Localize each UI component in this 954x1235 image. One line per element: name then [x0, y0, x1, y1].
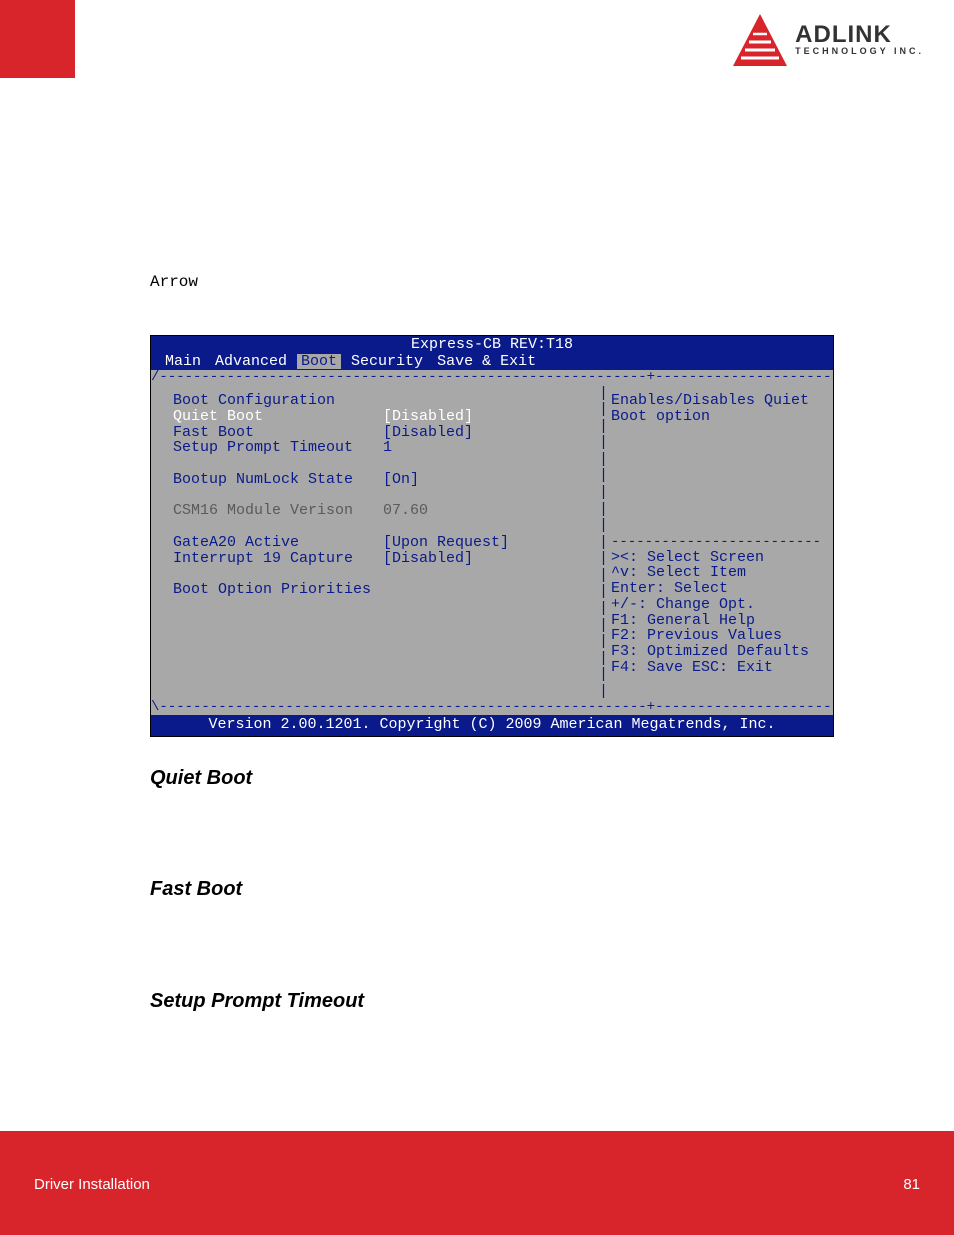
bios-blank: [173, 661, 597, 677]
bios-value: [Upon Request]: [383, 535, 597, 551]
bios-tab-security[interactable]: Security: [347, 354, 427, 370]
bios-row-priorities[interactable]: Boot Option Priorities: [173, 582, 597, 598]
bios-key-hint: ^v: Select Item: [611, 565, 821, 581]
bios-section-label: Boot Configuration: [173, 393, 383, 409]
bios-key-hint: F2: Previous Values: [611, 628, 821, 644]
bios-row-csm16: CSM16 Module Verison 07.60: [173, 503, 597, 519]
corner-accent: [0, 0, 75, 78]
bios-row-fast-boot[interactable]: Fast Boot [Disabled]: [173, 425, 597, 441]
subsection-setup-prompt-title: Setup Prompt Timeout: [150, 990, 834, 1013]
bios-label: GateA20 Active: [173, 535, 383, 551]
bios-value: [Disabled]: [383, 425, 597, 441]
bios-key-hint: ><: Select Screen: [611, 550, 821, 566]
bios-label: Bootup NumLock State: [173, 472, 383, 488]
bios-label: Setup Prompt Timeout: [173, 440, 383, 456]
brand-name: ADLINK: [795, 24, 924, 46]
bios-blank: [173, 566, 597, 582]
bios-key-hint: Enter: Select: [611, 581, 821, 597]
intro-paragraph: Select the Boot tab from the setup scree…: [150, 200, 834, 317]
bios-value: [Disabled]: [383, 551, 597, 567]
section-heading: 7.6 Boot Setup: [150, 160, 834, 188]
bios-screenshot: Express-CB REV:T18 Main Advanced Boot Se…: [150, 335, 834, 737]
footer-page-number: 81: [903, 1176, 920, 1193]
bios-right-panel: Enables/Disables Quiet Boot option -----…: [601, 391, 825, 694]
bios-frame-bottom: \---------------------------------------…: [151, 700, 833, 715]
arrow-keyword: Arrow: [150, 273, 198, 291]
footer-section-name: Driver Installation: [34, 1176, 150, 1193]
bios-tab-bar: Main Advanced Boot Security Save & Exit: [151, 354, 833, 371]
bios-blank: [173, 629, 597, 645]
intro-text-post: > keys. The Boot Configuration screen is…: [150, 273, 829, 314]
bios-value: [On]: [383, 472, 597, 488]
brand-sub: TECHNOLOGY INC.: [795, 46, 924, 56]
subsection-quiet-boot-body: When this feature is enabled, the BIOS w…: [150, 796, 834, 842]
bios-value: [Disabled]: [383, 409, 597, 425]
bios-blank: [173, 519, 597, 535]
bios-label: Fast Boot: [173, 425, 383, 441]
bios-value: 07.60: [383, 503, 597, 519]
bios-label: Interrupt 19 Capture: [173, 551, 383, 567]
subsection-quiet-boot-title: Quiet Boot: [150, 767, 834, 790]
adlink-triangle-icon: [733, 14, 787, 66]
bios-row-int19[interactable]: Interrupt 19 Capture [Disabled]: [173, 551, 597, 567]
subsection-fast-boot-title: Fast Boot: [150, 878, 834, 901]
bios-value: 1: [383, 440, 597, 456]
bios-blank: [173, 645, 597, 661]
bios-label: Quiet Boot: [173, 409, 383, 425]
bios-row-numlock[interactable]: Bootup NumLock State [On]: [173, 472, 597, 488]
bios-label: Boot Option Priorities: [173, 582, 383, 598]
bios-row-setup-prompt[interactable]: Setup Prompt Timeout 1: [173, 440, 597, 456]
bios-blank: [173, 598, 597, 614]
page-footer: Driver Installation 81: [0, 1131, 954, 1235]
bios-blank: [173, 614, 597, 630]
bios-help-line2: Boot option: [611, 409, 821, 425]
bios-body: Boot Configuration Quiet Boot [Disabled]…: [151, 385, 833, 700]
intro-text-pre: Select the Boot tab from the setup scree…: [150, 203, 821, 266]
bios-key-hint: F1: General Help: [611, 613, 821, 629]
bios-blank: [173, 677, 597, 693]
bios-tab-boot[interactable]: Boot: [297, 354, 341, 370]
bios-title: Express-CB REV:T18: [151, 336, 833, 354]
bios-right-divider: -------------------------: [611, 535, 821, 550]
bios-tab-advanced[interactable]: Advanced: [211, 354, 291, 370]
bios-key-hint: +/-: Change Opt.: [611, 597, 821, 613]
bios-help-line1: Enables/Disables Quiet: [611, 393, 821, 409]
subsection-setup-prompt-body: Number of seconds to wait for setup acti…: [150, 1019, 834, 1042]
bios-tab-save-exit[interactable]: Save & Exit: [433, 354, 540, 370]
bios-tab-main[interactable]: Main: [161, 354, 205, 370]
brand-logo: ADLINK TECHNOLOGY INC.: [733, 14, 924, 66]
bios-key-hint: F4: Save ESC: Exit: [611, 660, 821, 676]
bios-left-panel: Boot Configuration Quiet Boot [Disabled]…: [161, 391, 601, 694]
bios-vertical-divider: |||||||||||||||||||: [599, 385, 608, 700]
subsection-fast-boot-body: Enables/Disables boot with initializatio…: [150, 907, 834, 953]
page-content: 7.6 Boot Setup Select the Boot tab from …: [150, 160, 834, 1078]
bios-blank: [173, 456, 597, 472]
bios-label: CSM16 Module Verison: [173, 503, 383, 519]
bios-frame-top: /---------------------------------------…: [151, 370, 833, 385]
bios-footer: Version 2.00.1201. Copyright (C) 2009 Am…: [151, 715, 833, 736]
bios-row-quiet-boot[interactable]: Quiet Boot [Disabled]: [173, 409, 597, 425]
bios-blank: [173, 488, 597, 504]
bios-key-hint: F3: Optimized Defaults: [611, 644, 821, 660]
bios-section-header: Boot Configuration: [173, 393, 597, 409]
bios-row-gatea20[interactable]: GateA20 Active [Upon Request]: [173, 535, 597, 551]
